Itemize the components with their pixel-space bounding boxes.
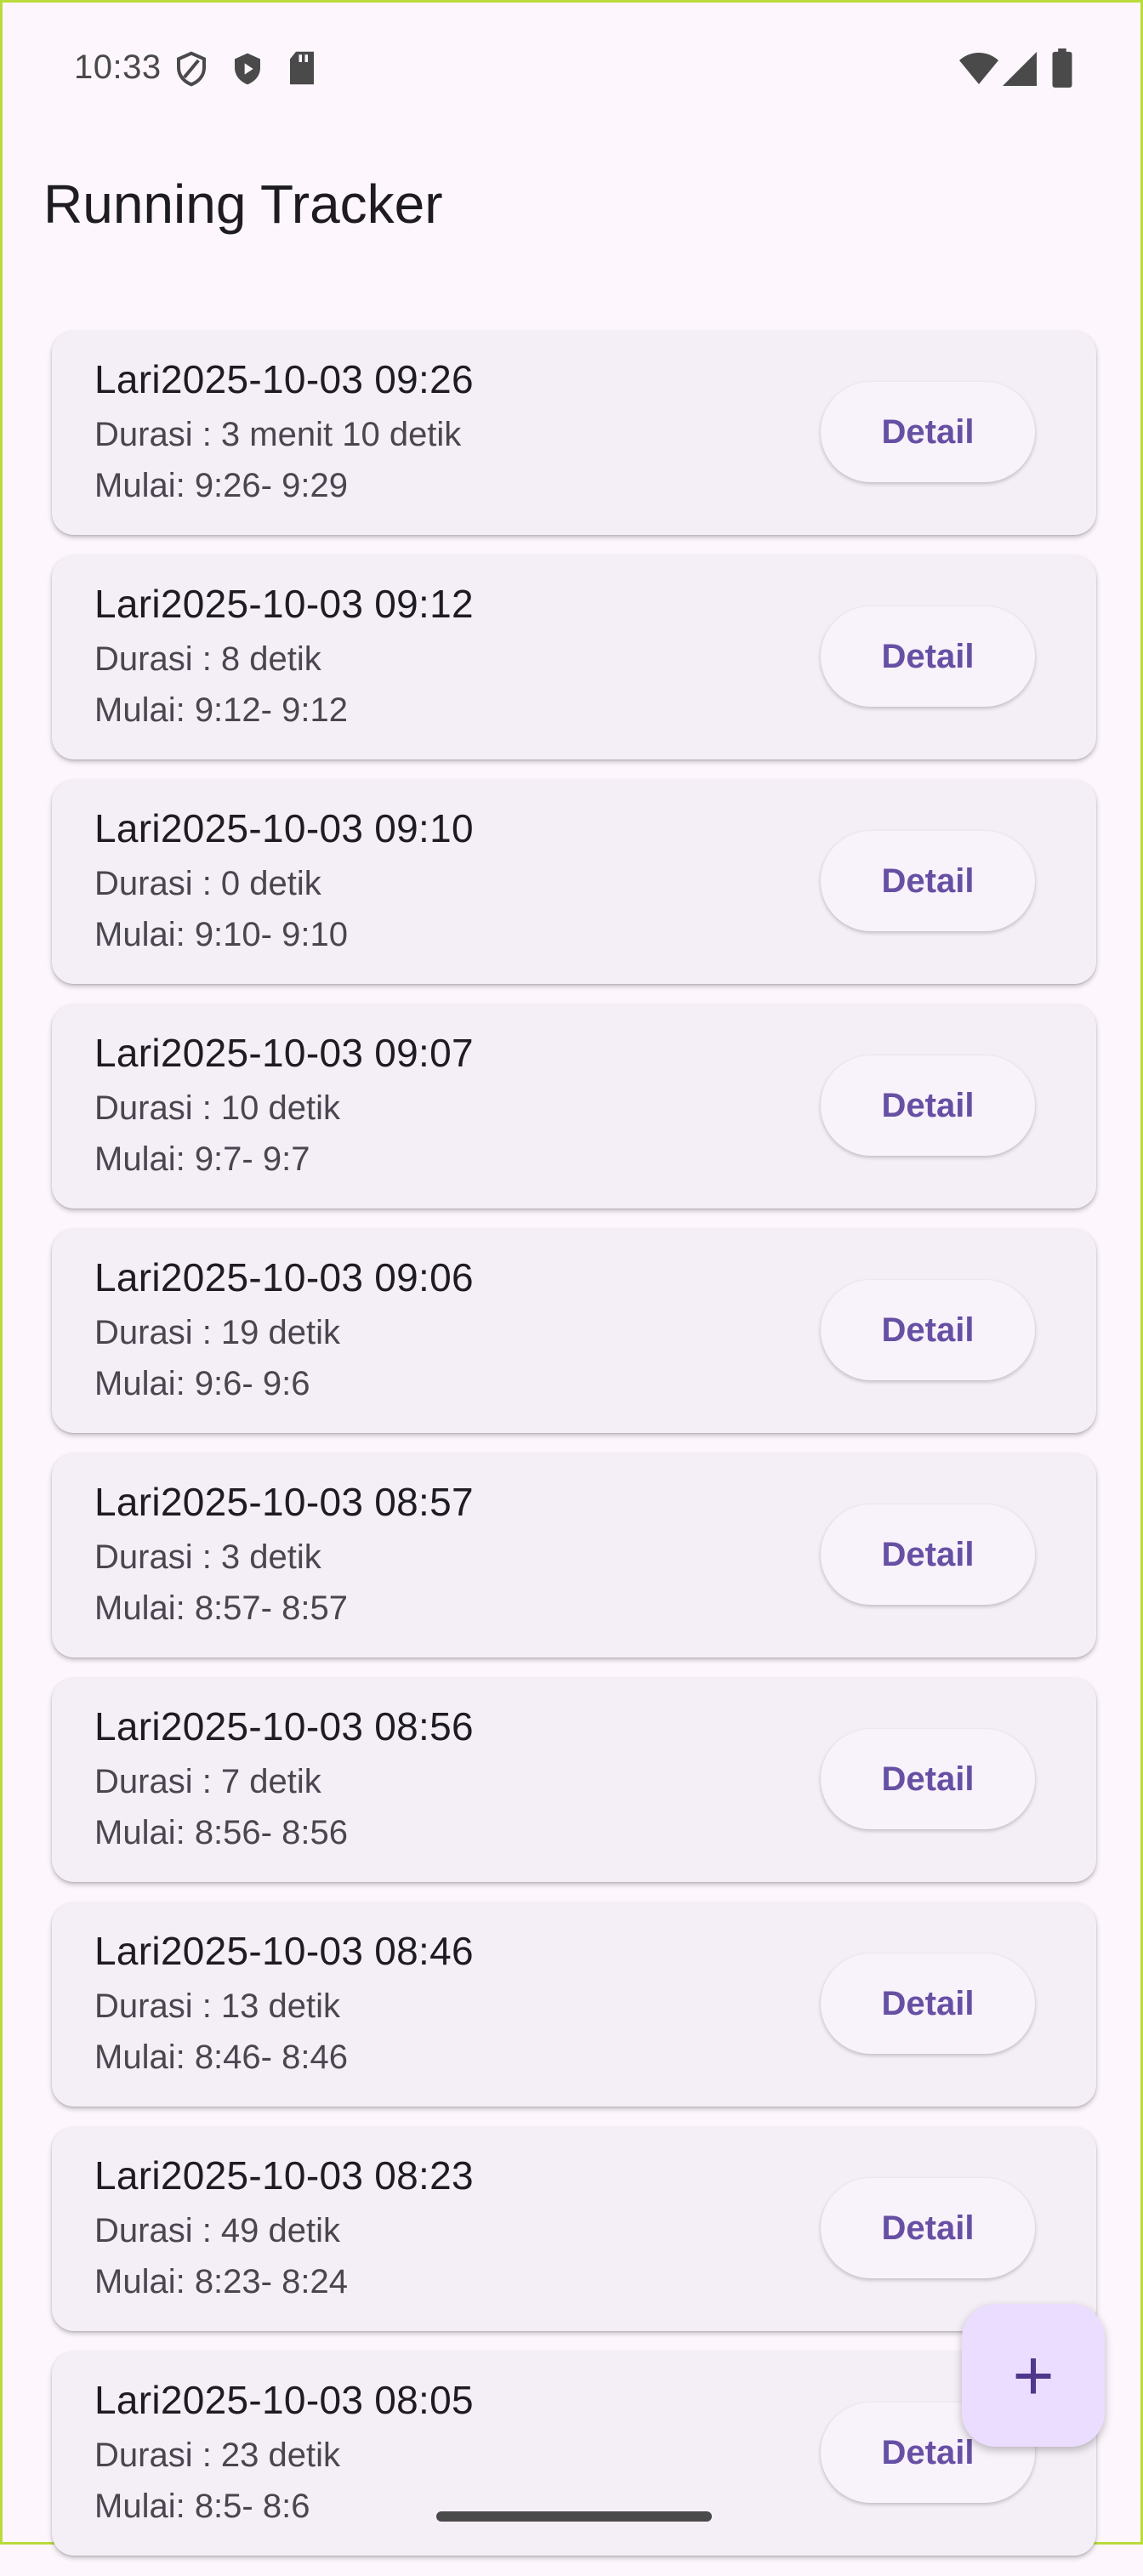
run-time-range: Mulai: 9:10- 9:10: [94, 916, 348, 953]
run-duration: Durasi : 3 menit 10 detik: [94, 416, 462, 453]
plus-icon: +: [1012, 2334, 1055, 2415]
wifi-icon: [958, 52, 999, 90]
detail-button[interactable]: Detail: [821, 1953, 1035, 2054]
run-duration: Durasi : 8 detik: [94, 640, 321, 678]
run-card: Lari2025-10-03 09:10 Durasi : 0 detik Mula…: [52, 780, 1096, 984]
run-time-range: Mulai: 8:5- 8:6: [94, 2488, 310, 2525]
play-protect-icon: [230, 50, 264, 92]
run-duration: Durasi : 0 detik: [94, 865, 321, 902]
run-card: Lari2025-10-03 08:05 Durasi : 23 detik Mul…: [52, 2351, 1096, 2556]
run-title: Lari2025-10-03 09:10: [94, 806, 474, 850]
detail-button[interactable]: Detail: [821, 1055, 1035, 1156]
run-time-range: Mulai: 9:26- 9:29: [94, 467, 348, 504]
run-time-range: Mulai: 8:57- 8:57: [94, 1589, 348, 1627]
run-card: Lari2025-10-03 09:12 Durasi : 8 detik Mula…: [52, 555, 1096, 759]
run-card: Lari2025-10-03 08:56 Durasi : 7 detik Mula…: [52, 1678, 1096, 1882]
run-card: Lari2025-10-03 08:23 Durasi : 49 detik Mul…: [52, 2127, 1096, 2331]
run-time-range: Mulai: 9:12- 9:12: [94, 691, 348, 729]
run-duration: Durasi : 49 detik: [94, 2212, 341, 2249]
run-time-range: Mulai: 9:7- 9:7: [94, 1140, 310, 1178]
run-time-range: Mulai: 9:6- 9:6: [94, 1365, 310, 1402]
detail-button[interactable]: Detail: [821, 1729, 1035, 1829]
run-time-range: Mulai: 8:56- 8:56: [94, 1814, 348, 1851]
status-time: 10:33: [74, 48, 162, 86]
run-title: Lari2025-10-03 08:23: [94, 2153, 474, 2198]
run-time-range: Mulai: 8:23- 8:24: [94, 2263, 348, 2300]
detail-button[interactable]: Detail: [821, 1504, 1035, 1605]
run-card: Lari2025-10-03 09:26 Durasi : 3 menit 10 …: [52, 331, 1096, 535]
run-title: Lari2025-10-03 08:05: [94, 2378, 474, 2422]
run-duration: Durasi : 13 detik: [94, 1987, 341, 2025]
signal-icon: [1003, 52, 1037, 90]
shield-icon: [174, 50, 208, 92]
run-duration: Durasi : 19 detik: [94, 1314, 341, 1351]
run-duration: Durasi : 23 detik: [94, 2437, 341, 2474]
detail-button[interactable]: Detail: [821, 606, 1035, 707]
run-duration: Durasi : 7 detik: [94, 1763, 321, 1800]
run-title: Lari2025-10-03 09:06: [94, 1255, 474, 1299]
run-title: Lari2025-10-03 08:57: [94, 1480, 474, 1524]
run-time-range: Mulai: 8:46- 8:46: [94, 2039, 348, 2076]
run-card: Lari2025-10-03 08:57 Durasi : 3 detik Mula…: [52, 1453, 1096, 1658]
detail-button[interactable]: Detail: [821, 1280, 1035, 1380]
run-duration: Durasi : 10 detik: [94, 1089, 341, 1127]
run-title: Lari2025-10-03 09:26: [94, 357, 474, 401]
run-title: Lari2025-10-03 08:56: [94, 1704, 474, 1749]
detail-button[interactable]: Detail: [821, 382, 1035, 482]
battery-icon: [1052, 48, 1072, 92]
add-run-button[interactable]: +: [962, 2304, 1105, 2447]
home-indicator[interactable]: [436, 2511, 712, 2522]
run-duration: Durasi : 3 detik: [94, 1538, 321, 1576]
detail-button[interactable]: Detail: [821, 831, 1035, 931]
run-title: Lari2025-10-03 09:12: [94, 582, 474, 626]
run-card: Lari2025-10-03 09:07 Durasi : 10 detik Mul…: [52, 1004, 1096, 1208]
detail-button[interactable]: Detail: [821, 2178, 1035, 2278]
run-card: Lari2025-10-03 09:06 Durasi : 19 detik Mul…: [52, 1229, 1096, 1433]
status-bar: 10:33: [3, 3, 1140, 139]
sd-card-icon: [287, 50, 317, 90]
run-title: Lari2025-10-03 09:07: [94, 1031, 474, 1075]
run-title: Lari2025-10-03 08:46: [94, 1929, 474, 1973]
run-list: Lari2025-10-03 09:26 Durasi : 3 menit 10 …: [52, 331, 1096, 2576]
run-card: Lari2025-10-03 08:46 Durasi : 13 detik Mul…: [52, 1902, 1096, 2107]
page-title: Running Tracker: [43, 173, 443, 235]
